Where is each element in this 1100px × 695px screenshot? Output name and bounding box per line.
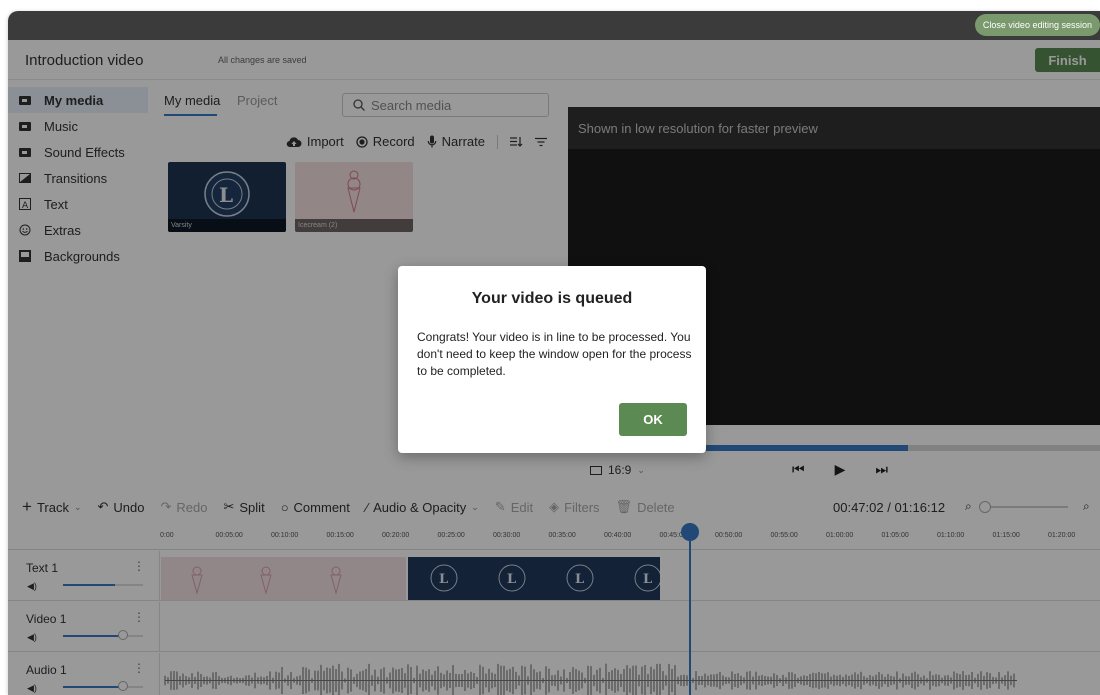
- close-session-button[interactable]: Close video editing session: [974, 14, 1100, 36]
- top-strip: Close video editing session: [8, 11, 1100, 40]
- dialog-message: Congrats! Your video is in line to be pr…: [417, 330, 692, 378]
- video-queued-dialog: Your video is queued Congrats! Your vide…: [398, 266, 706, 453]
- dialog-title: Your video is queued: [471, 290, 633, 307]
- ok-button[interactable]: OK: [619, 403, 687, 436]
